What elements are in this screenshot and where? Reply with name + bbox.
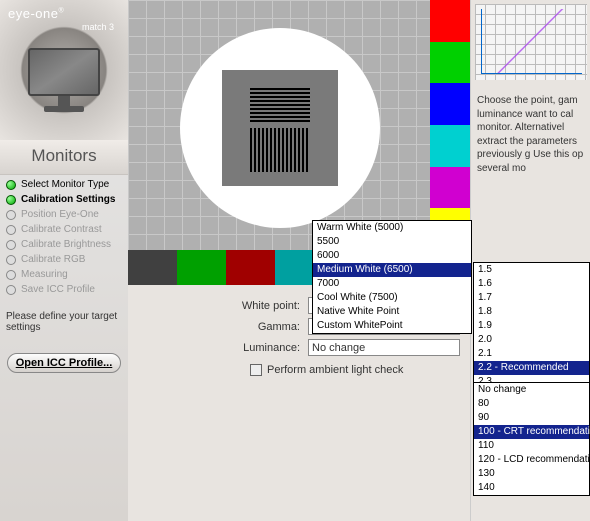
step-calibrate-brightness: Calibrate Brightness bbox=[0, 237, 128, 252]
dropdown-option[interactable]: 1.9 bbox=[474, 319, 589, 333]
status-dot-icon bbox=[6, 255, 16, 265]
dropdown-option[interactable]: 80 bbox=[474, 397, 589, 411]
color-swatch bbox=[430, 125, 470, 167]
dropdown-option[interactable]: Warm White (5000) bbox=[313, 221, 471, 235]
color-swatch bbox=[430, 83, 470, 125]
dropdown-option[interactable]: 2.1 bbox=[474, 347, 589, 361]
brand-name: eye-one® bbox=[8, 6, 64, 21]
color-swatch bbox=[430, 0, 470, 42]
dropdown-option[interactable]: 5500 bbox=[313, 235, 471, 249]
step-calibrate-contrast: Calibrate Contrast bbox=[0, 222, 128, 237]
dropdown-option[interactable]: 1.6 bbox=[474, 277, 589, 291]
gamma-label: Gamma: bbox=[138, 321, 308, 333]
color-strip-vertical bbox=[430, 0, 470, 250]
step-list: Select Monitor Type Calibration Settings… bbox=[0, 175, 128, 299]
ambient-check-label: Perform ambient light check bbox=[267, 364, 403, 376]
checkbox-icon[interactable] bbox=[250, 364, 262, 376]
monitor-icon bbox=[24, 48, 104, 118]
sidebar: eye-one® match 3 Monitors Select Monitor… bbox=[0, 0, 128, 521]
logo-area: eye-one® match 3 bbox=[0, 0, 128, 140]
dropdown-option[interactable]: 130 bbox=[474, 467, 589, 481]
dropdown-option[interactable]: No change bbox=[474, 383, 589, 397]
ambient-check-row[interactable]: Perform ambient light check bbox=[250, 364, 460, 376]
step-measuring: Measuring bbox=[0, 267, 128, 282]
dropdown-option[interactable]: Cool White (7500) bbox=[313, 291, 471, 305]
dropdown-option[interactable]: 100 - CRT recommendation bbox=[474, 425, 589, 439]
status-dot-icon bbox=[6, 240, 16, 250]
brand-sub: match 3 bbox=[82, 22, 114, 32]
luminance-dropdown[interactable]: No change8090100 - CRT recommendation110… bbox=[473, 382, 590, 496]
status-dot-icon bbox=[6, 285, 16, 295]
step-select-monitor[interactable]: Select Monitor Type bbox=[0, 177, 128, 192]
color-swatch bbox=[226, 250, 275, 285]
gamma-test-pattern bbox=[222, 70, 338, 186]
status-dot-icon bbox=[6, 270, 16, 280]
dropdown-option[interactable]: 140 bbox=[474, 481, 589, 495]
dropdown-option[interactable]: 2.0 bbox=[474, 333, 589, 347]
gamma-dropdown[interactable]: 1.51.61.71.81.92.02.12.2 - Recommended2.… bbox=[473, 262, 590, 390]
dropdown-option[interactable]: Native White Point bbox=[313, 305, 471, 319]
dropdown-option[interactable]: 1.8 bbox=[474, 305, 589, 319]
step-save-icc: Save ICC Profile bbox=[0, 282, 128, 297]
status-dot-icon bbox=[6, 195, 16, 205]
dropdown-option[interactable]: 1.7 bbox=[474, 291, 589, 305]
sidebar-title: Monitors bbox=[0, 140, 128, 175]
dropdown-option[interactable]: 120 - LCD recommendation bbox=[474, 453, 589, 467]
dropdown-option[interactable]: 2.2 - Recommended bbox=[474, 361, 589, 375]
dropdown-option[interactable]: 6000 bbox=[313, 249, 471, 263]
status-dot-icon bbox=[6, 180, 16, 190]
test-pattern-circle bbox=[180, 28, 380, 228]
dropdown-option[interactable]: 7000 bbox=[313, 277, 471, 291]
curve-thumbnail bbox=[475, 4, 587, 80]
dropdown-option[interactable]: 90 bbox=[474, 411, 589, 425]
color-swatch bbox=[430, 167, 470, 209]
step-calibration-settings[interactable]: Calibration Settings bbox=[0, 192, 128, 207]
instruction-text: Please define your target settings bbox=[0, 299, 128, 345]
whitepoint-dropdown[interactable]: Warm White (5000)55006000Medium White (6… bbox=[312, 220, 472, 334]
color-swatch bbox=[430, 42, 470, 84]
luminance-select[interactable]: No change bbox=[308, 339, 460, 356]
color-swatch bbox=[128, 250, 177, 285]
whitepoint-label: White point: bbox=[138, 300, 308, 312]
help-text: Choose the point, gam luminance want to … bbox=[471, 84, 590, 185]
luminance-label: Luminance: bbox=[138, 342, 308, 354]
dropdown-option[interactable]: Custom WhitePoint bbox=[313, 319, 471, 333]
status-dot-icon bbox=[6, 210, 16, 220]
status-dot-icon bbox=[6, 225, 16, 235]
step-calibrate-rgb: Calibrate RGB bbox=[0, 252, 128, 267]
dropdown-option[interactable]: 110 bbox=[474, 439, 589, 453]
color-swatch bbox=[177, 250, 226, 285]
dropdown-option[interactable]: 1.5 bbox=[474, 263, 589, 277]
open-icc-button[interactable]: Open ICC Profile... bbox=[7, 353, 122, 373]
step-position-eyeone: Position Eye-One bbox=[0, 207, 128, 222]
dropdown-option[interactable]: Medium White (6500) bbox=[313, 263, 471, 277]
